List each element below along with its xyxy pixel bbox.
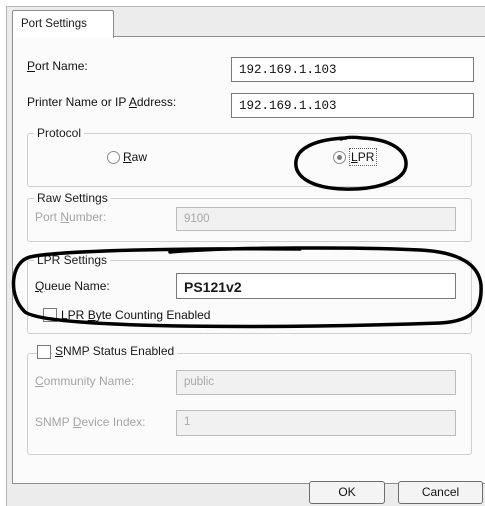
port-number-value: 9100 — [184, 213, 210, 225]
protocol-group-title: Protocol — [34, 126, 85, 140]
queue-name-label: Queue Name: — [35, 279, 110, 293]
port-name-value: 192.169.1.103 — [239, 63, 337, 77]
community-name-value: public — [184, 376, 215, 388]
community-name-label: Community Name: — [35, 374, 135, 388]
protocol-group — [27, 133, 472, 187]
settings-panel: Port Name: 192.169.1.103 Printer Name or… — [12, 36, 485, 484]
lpr-radio-label: LPR — [351, 150, 375, 164]
queue-name-value: PS121v2 — [184, 279, 242, 295]
device-index-field: 1 — [176, 410, 456, 436]
printer-address-label: Printer Name or IP Address: — [27, 95, 177, 109]
tab-port-settings[interactable]: Port Settings — [12, 10, 114, 38]
device-index-value: 1 — [184, 416, 191, 428]
snmp-group — [27, 353, 472, 455]
byte-counting-checkbox[interactable] — [43, 308, 57, 322]
snmp-status-label: SNMP Status Enabled — [52, 344, 178, 358]
printer-address-value: 192.169.1.103 — [239, 99, 337, 113]
port-number-label: Port Number: — [35, 210, 107, 224]
community-name-field: public — [176, 370, 456, 395]
raw-radio-label: Raw — [123, 150, 148, 164]
tab-label: Port Settings — [21, 18, 87, 30]
printer-address-field[interactable]: 192.169.1.103 — [231, 93, 474, 118]
cancel-button[interactable]: Cancel — [398, 481, 483, 504]
port-number-field: 9100 — [176, 207, 456, 231]
lpr-radio[interactable] — [333, 151, 346, 164]
lpr-settings-title: LPR Settings — [34, 253, 111, 267]
snmp-status-checkbox[interactable] — [37, 345, 51, 359]
queue-name-field[interactable]: PS121v2 — [176, 273, 456, 299]
device-index-label: SNMP Device Index: — [35, 415, 146, 429]
raw-settings-title: Raw Settings — [34, 191, 111, 205]
port-name-field[interactable]: 192.169.1.103 — [231, 57, 474, 82]
ok-button[interactable]: OK — [309, 481, 385, 504]
port-name-label: Port Name: — [27, 59, 88, 73]
byte-counting-label: LPR Byte Counting Enabled — [61, 308, 211, 322]
raw-radio[interactable] — [107, 151, 120, 164]
